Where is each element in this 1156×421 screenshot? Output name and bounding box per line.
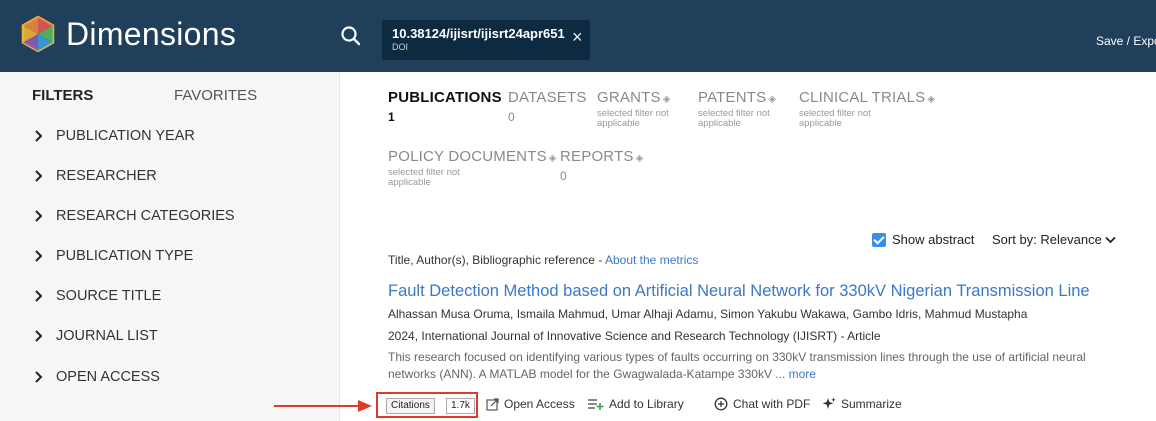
filter-sidebar: FILTERS FAVORITES PUBLICATION YEAR RESEA… bbox=[0, 72, 340, 421]
filter-open-access[interactable]: OPEN ACCESS bbox=[32, 369, 160, 385]
tab-favorites[interactable]: FAVORITES bbox=[174, 87, 257, 104]
filter-publication-type[interactable]: PUBLICATION TYPE bbox=[32, 248, 193, 264]
chevron-right-icon bbox=[35, 170, 43, 182]
tab-patents[interactable]: PATENTS ◈ selected filter not applicable bbox=[698, 89, 780, 129]
filter-label: RESEARCH CATEGORIES bbox=[56, 208, 235, 224]
about-metrics-link[interactable]: About the metrics bbox=[605, 253, 698, 267]
tab-label: PUBLICATIONS bbox=[388, 89, 502, 106]
tab-publications[interactable]: PUBLICATIONS 1 bbox=[388, 89, 502, 124]
tab-grants[interactable]: GRANTS ◈ selected filter not applicable bbox=[597, 89, 679, 129]
filter-label: SOURCE TITLE bbox=[56, 288, 162, 304]
brand-logo[interactable]: Dimensions bbox=[18, 14, 236, 54]
show-abstract-toggle[interactable]: Show abstract bbox=[872, 232, 974, 247]
tab-label: PATENTS bbox=[698, 89, 767, 106]
filter-label: PUBLICATION TYPE bbox=[56, 248, 194, 264]
tab-datasets[interactable]: DATASETS 0 bbox=[508, 89, 587, 124]
more-link[interactable]: more bbox=[789, 367, 816, 381]
annotation-arrow bbox=[274, 400, 372, 412]
result-authors: Alhassan Musa Oruma, Ismaila Mahmud, Uma… bbox=[388, 307, 1028, 321]
search-query-value: 10.38124/ijisrt/ijisrt24apr651 bbox=[392, 26, 565, 41]
chat-icon bbox=[714, 397, 728, 411]
gem-icon: ◈ bbox=[768, 94, 777, 105]
filter-journal-list[interactable]: JOURNAL LIST bbox=[32, 328, 158, 344]
search-query-chip[interactable]: 10.38124/ijisrt/ijisrt24apr651 DOI × bbox=[382, 20, 590, 60]
search-button[interactable] bbox=[338, 23, 364, 49]
tab-label: GRANTS bbox=[597, 89, 661, 106]
metrics-legend: Title, Author(s), Bibliographic referenc… bbox=[388, 253, 698, 267]
summarize-label: Summarize bbox=[841, 397, 902, 411]
chevron-right-icon bbox=[35, 250, 43, 262]
chevron-right-icon bbox=[35, 130, 43, 142]
filter-publication-year[interactable]: PUBLICATION YEAR bbox=[32, 128, 195, 144]
tab-label: POLICY DOCUMENTS bbox=[388, 148, 547, 165]
tab-filters[interactable]: FILTERS bbox=[32, 87, 93, 104]
filter-label: RESEARCHER bbox=[56, 168, 157, 184]
filter-source-title[interactable]: SOURCE TITLE bbox=[32, 288, 161, 304]
close-icon[interactable]: × bbox=[572, 28, 583, 46]
gem-icon: ◈ bbox=[548, 153, 557, 164]
chevron-right-icon bbox=[35, 290, 43, 302]
chevron-right-icon bbox=[35, 210, 43, 222]
result-title-link[interactable]: Fault Detection Method based on Artifici… bbox=[388, 282, 1090, 301]
open-access-button[interactable]: Open Access bbox=[486, 397, 575, 411]
checkbox-checked-icon[interactable] bbox=[872, 232, 886, 247]
external-link-icon bbox=[486, 397, 499, 411]
chat-with-pdf-label: Chat with PDF bbox=[733, 397, 811, 411]
tab-label: DATASETS bbox=[508, 89, 587, 106]
result-abstract: This research focused on identifying var… bbox=[388, 349, 1108, 383]
sort-label: Sort by: Relevance bbox=[992, 232, 1102, 247]
chat-with-pdf-button[interactable]: Chat with PDF bbox=[714, 397, 810, 411]
tab-label: CLINICAL TRIALS bbox=[799, 89, 926, 106]
citations-label: Citations bbox=[386, 398, 435, 414]
tab-count: 1 bbox=[388, 110, 395, 124]
sort-dropdown[interactable]: Sort by: Relevance bbox=[992, 232, 1117, 247]
tab-clinical-trials[interactable]: CLINICAL TRIALS ◈ selected filter not app… bbox=[799, 89, 935, 129]
filter-label: JOURNAL LIST bbox=[56, 328, 158, 344]
tab-count: 0 bbox=[560, 169, 567, 183]
add-to-library-label: Add to Library bbox=[609, 397, 684, 411]
gem-icon: ◈ bbox=[635, 153, 644, 164]
open-access-label: Open Access bbox=[504, 397, 575, 411]
sparkle-icon bbox=[822, 397, 836, 409]
add-to-library-button[interactable]: Add to Library bbox=[588, 397, 684, 411]
search-query-type: DOI bbox=[392, 42, 409, 52]
abstract-text: This research focused on identifying var… bbox=[388, 350, 1086, 381]
citations-count: 1.7k bbox=[446, 398, 475, 414]
save-export-button[interactable]: Save / Export bbox=[1096, 34, 1156, 48]
tab-reports[interactable]: REPORTS ◈ 0 bbox=[560, 148, 644, 183]
chevron-right-icon bbox=[35, 371, 43, 383]
filter-research-categories[interactable]: RESEARCH CATEGORIES bbox=[32, 208, 235, 224]
top-bar: Dimensions 10.38124/ijisrt/ijisrt24apr65… bbox=[0, 0, 1156, 72]
filter-label: OPEN ACCESS bbox=[56, 369, 160, 385]
filter-label: PUBLICATION YEAR bbox=[56, 128, 195, 144]
tab-note: selected filter not applicable bbox=[698, 108, 770, 129]
tab-note: selected filter not applicable bbox=[597, 108, 669, 129]
chevron-right-icon bbox=[35, 330, 43, 342]
tab-policy-documents[interactable]: POLICY DOCUMENTS ◈ selected filter not ap… bbox=[388, 148, 557, 188]
gem-icon: ◈ bbox=[662, 94, 671, 105]
tab-label: REPORTS bbox=[560, 148, 634, 165]
dimensions-logo-icon bbox=[21, 15, 55, 53]
tab-note: selected filter not applicable bbox=[388, 167, 460, 188]
search-icon bbox=[341, 26, 361, 46]
result-reference: 2024, International Journal of Innovativ… bbox=[388, 329, 881, 343]
result-actions: Citations 1.7k Open Access Add to Librar… bbox=[376, 392, 936, 418]
add-to-list-icon bbox=[588, 399, 604, 410]
summarize-button[interactable]: Summarize bbox=[822, 397, 902, 411]
filter-researcher[interactable]: RESEARCHER bbox=[32, 168, 157, 184]
citations-badge[interactable]: Citations 1.7k bbox=[376, 392, 478, 418]
brand-name: Dimensions bbox=[66, 15, 237, 52]
tab-note: selected filter not applicable bbox=[799, 108, 871, 129]
metrics-prefix: Title, Author(s), Bibliographic referenc… bbox=[388, 253, 605, 267]
gem-icon: ◈ bbox=[927, 94, 936, 105]
chevron-down-icon bbox=[1105, 236, 1117, 244]
show-abstract-label: Show abstract bbox=[892, 232, 975, 247]
tab-count: 0 bbox=[508, 110, 515, 124]
